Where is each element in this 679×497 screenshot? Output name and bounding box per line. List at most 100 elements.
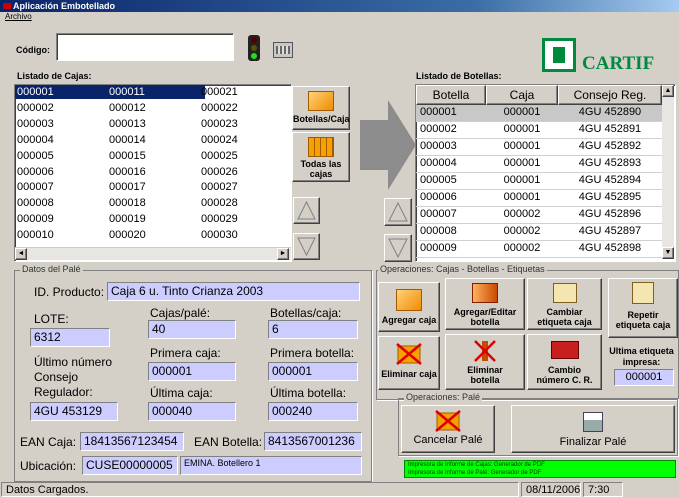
botellas-cell: 000001: [503, 106, 541, 118]
botellas-table-row[interactable]: 000006 000001 4GU 452895: [416, 190, 662, 207]
agregar-caja-button[interactable]: Agregar caja: [378, 282, 440, 332]
eliminar-caja-label: Eliminar caja: [381, 369, 437, 379]
keyboard-icon[interactable]: [273, 42, 293, 58]
botellas-table-row[interactable]: 000005 000001 4GU 452894: [416, 173, 662, 190]
scroll-down-button[interactable]: ▼: [662, 247, 674, 259]
cambio-cr-button[interactable]: Cambio número C. R.: [527, 334, 602, 390]
botellas-cell: 4GU 452895: [578, 191, 642, 203]
botellas-table-row[interactable]: 000004 000001 4GU 452893: [416, 156, 662, 173]
ean-caja-field[interactable]: 18413567123454: [80, 432, 184, 451]
cancelar-pale-button[interactable]: Cancelar Palé: [401, 405, 495, 453]
regulator-label-icon: [550, 341, 579, 359]
primera-caja-field[interactable]: 000001: [148, 362, 236, 381]
ultimo-numero-field[interactable]: 4GU 453129: [30, 402, 118, 421]
cajas-list-item[interactable]: 000013: [109, 118, 146, 131]
botellas-up-button[interactable]: [384, 198, 412, 226]
botellas-cell: 4GU 452891: [578, 123, 642, 135]
cajas-list[interactable]: 000001 000002 000003 000004 000005 000006 0000…: [14, 84, 292, 262]
cartif-logo-text: CARTIF: [582, 53, 655, 74]
lote-field[interactable]: 6312: [30, 328, 110, 347]
cajas-list-item[interactable]: 000017: [109, 181, 146, 194]
cajas-list-item[interactable]: 000020: [109, 229, 146, 242]
botellas-header-cell[interactable]: Caja: [486, 85, 558, 105]
botellas-table-row[interactable]: 000003 000001 4GU 452892: [416, 139, 662, 156]
ean-botella-field[interactable]: 8413567001236: [264, 432, 362, 451]
cajas-list-item[interactable]: 000019: [109, 213, 146, 226]
ultima-botella-field[interactable]: 000240: [268, 402, 358, 421]
cajas-list-item[interactable]: 000007: [17, 181, 54, 194]
cajas-list-item[interactable]: 000014: [109, 134, 146, 147]
cajas-down-button[interactable]: [293, 233, 320, 260]
botellas-table-row[interactable]: 000001 000001 4GU 452890: [416, 105, 662, 122]
cajas-pale-field[interactable]: 40: [148, 320, 236, 339]
ubicacion-field[interactable]: CUSE00000005: [82, 456, 178, 475]
codigo-input[interactable]: [56, 33, 234, 61]
scroll-up-button[interactable]: ▲: [662, 85, 674, 97]
cajas-list-item[interactable]: 000018: [109, 197, 146, 210]
id-producto-label: ID. Producto:: [34, 285, 105, 299]
botellas-header-cell[interactable]: Botella: [416, 85, 486, 105]
cajas-list-item[interactable]: 000030: [201, 229, 238, 242]
cajas-list-item[interactable]: 000022: [201, 102, 238, 115]
cajas-list-item[interactable]: 000006: [17, 166, 54, 179]
botellas-cell: 4GU 452890: [578, 106, 642, 118]
cambiar-etiqueta-label-1: Cambiar: [546, 307, 583, 317]
cajas-up-button[interactable]: [293, 197, 320, 224]
title-bar: Aplicación Embotellado: [0, 0, 679, 12]
botellas-table-row[interactable]: 000007 000002 4GU 452896: [416, 207, 662, 224]
cajas-list-item[interactable]: 000023: [201, 118, 238, 131]
botellas-cell: 000006: [420, 191, 457, 203]
cajas-list-item[interactable]: 000027: [201, 181, 238, 194]
botellas-caja-field[interactable]: 6: [268, 320, 358, 339]
cajas-list-item[interactable]: 000024: [201, 134, 238, 147]
eliminar-botella-button[interactable]: Eliminar botella: [445, 334, 525, 390]
cajas-list-item[interactable]: 000029: [201, 213, 238, 226]
cambiar-etiqueta-button[interactable]: Cambiar etiqueta caja: [527, 278, 602, 330]
cajas-list-item[interactable]: 000015: [109, 150, 146, 163]
status-date: 08/11/2006: [521, 482, 581, 497]
botellas-cell: 000003: [420, 140, 457, 152]
cajas-list-item[interactable]: 000002: [17, 102, 54, 115]
botellas-table-row[interactable]: 000008 000002 4GU 452897: [416, 224, 662, 241]
cajas-list-item[interactable]: 000028: [201, 197, 238, 210]
cajas-list-item[interactable]: 000009: [17, 213, 54, 226]
cajas-hscrollbar[interactable]: ◄ ►: [15, 247, 291, 260]
botellas-table-row[interactable]: 000009 000002 4GU 452898: [416, 241, 662, 258]
primera-botella-field[interactable]: 000001: [268, 362, 358, 381]
cajas-list-item[interactable]: 000021: [201, 86, 238, 99]
botellas-cell: 000002: [503, 208, 541, 220]
cajas-list-item[interactable]: 000010: [17, 229, 54, 242]
cajas-list-item[interactable]: 000026: [201, 166, 238, 179]
scroll-right-button[interactable]: ►: [277, 248, 289, 260]
cajas-list-item[interactable]: 000005: [17, 150, 54, 163]
botellas-table-row[interactable]: 000002 000001 4GU 452891: [416, 122, 662, 139]
botellas-table[interactable]: Botella Caja Consejo Reg. 000001 000001 4GU …: [415, 84, 676, 262]
cajas-list-item[interactable]: 000001: [17, 86, 54, 99]
botellas-vscrollbar[interactable]: ▲ ▼: [662, 85, 674, 259]
up-arrow-icon: [297, 200, 316, 220]
todas-cajas-button[interactable]: Todas las cajas: [292, 132, 350, 182]
botellas-caja-button[interactable]: Botellas/Caja: [292, 86, 350, 130]
botellas-cell: 000001: [503, 157, 541, 169]
cajas-list-item[interactable]: 000025: [201, 150, 238, 163]
botellas-down-button[interactable]: [384, 234, 412, 262]
cajas-list-item[interactable]: 000012: [109, 102, 146, 115]
botellas-header-cell[interactable]: Consejo Reg.: [558, 85, 662, 105]
cancelar-pale-label: Cancelar Palé: [413, 434, 483, 446]
id-producto-field[interactable]: Caja 6 u. Tinto Crianza 2003: [107, 282, 360, 301]
botellas-cell: 000002: [420, 123, 457, 135]
cajas-list-item[interactable]: 000011: [109, 86, 145, 99]
repetir-etiqueta-button[interactable]: Repetir etiqueta caja: [608, 278, 678, 338]
finalizar-pale-button[interactable]: Finalizar Palé: [511, 405, 675, 453]
agregar-botella-button[interactable]: Agregar/Editar botella: [445, 278, 525, 330]
cajas-list-item[interactable]: 000008: [17, 197, 54, 210]
scroll-left-button[interactable]: ◄: [15, 248, 27, 260]
todas-cajas-label-2: cajas: [309, 169, 333, 179]
eliminar-caja-button[interactable]: Eliminar caja: [378, 336, 440, 390]
botellas-cell: 000005: [420, 174, 457, 186]
cajas-list-item[interactable]: 000016: [109, 166, 146, 179]
menu-archivo[interactable]: Archivo: [5, 12, 32, 21]
cajas-list-item[interactable]: 000003: [17, 118, 54, 131]
ultima-caja-field[interactable]: 000040: [148, 402, 236, 421]
cajas-list-item[interactable]: 000004: [17, 134, 54, 147]
